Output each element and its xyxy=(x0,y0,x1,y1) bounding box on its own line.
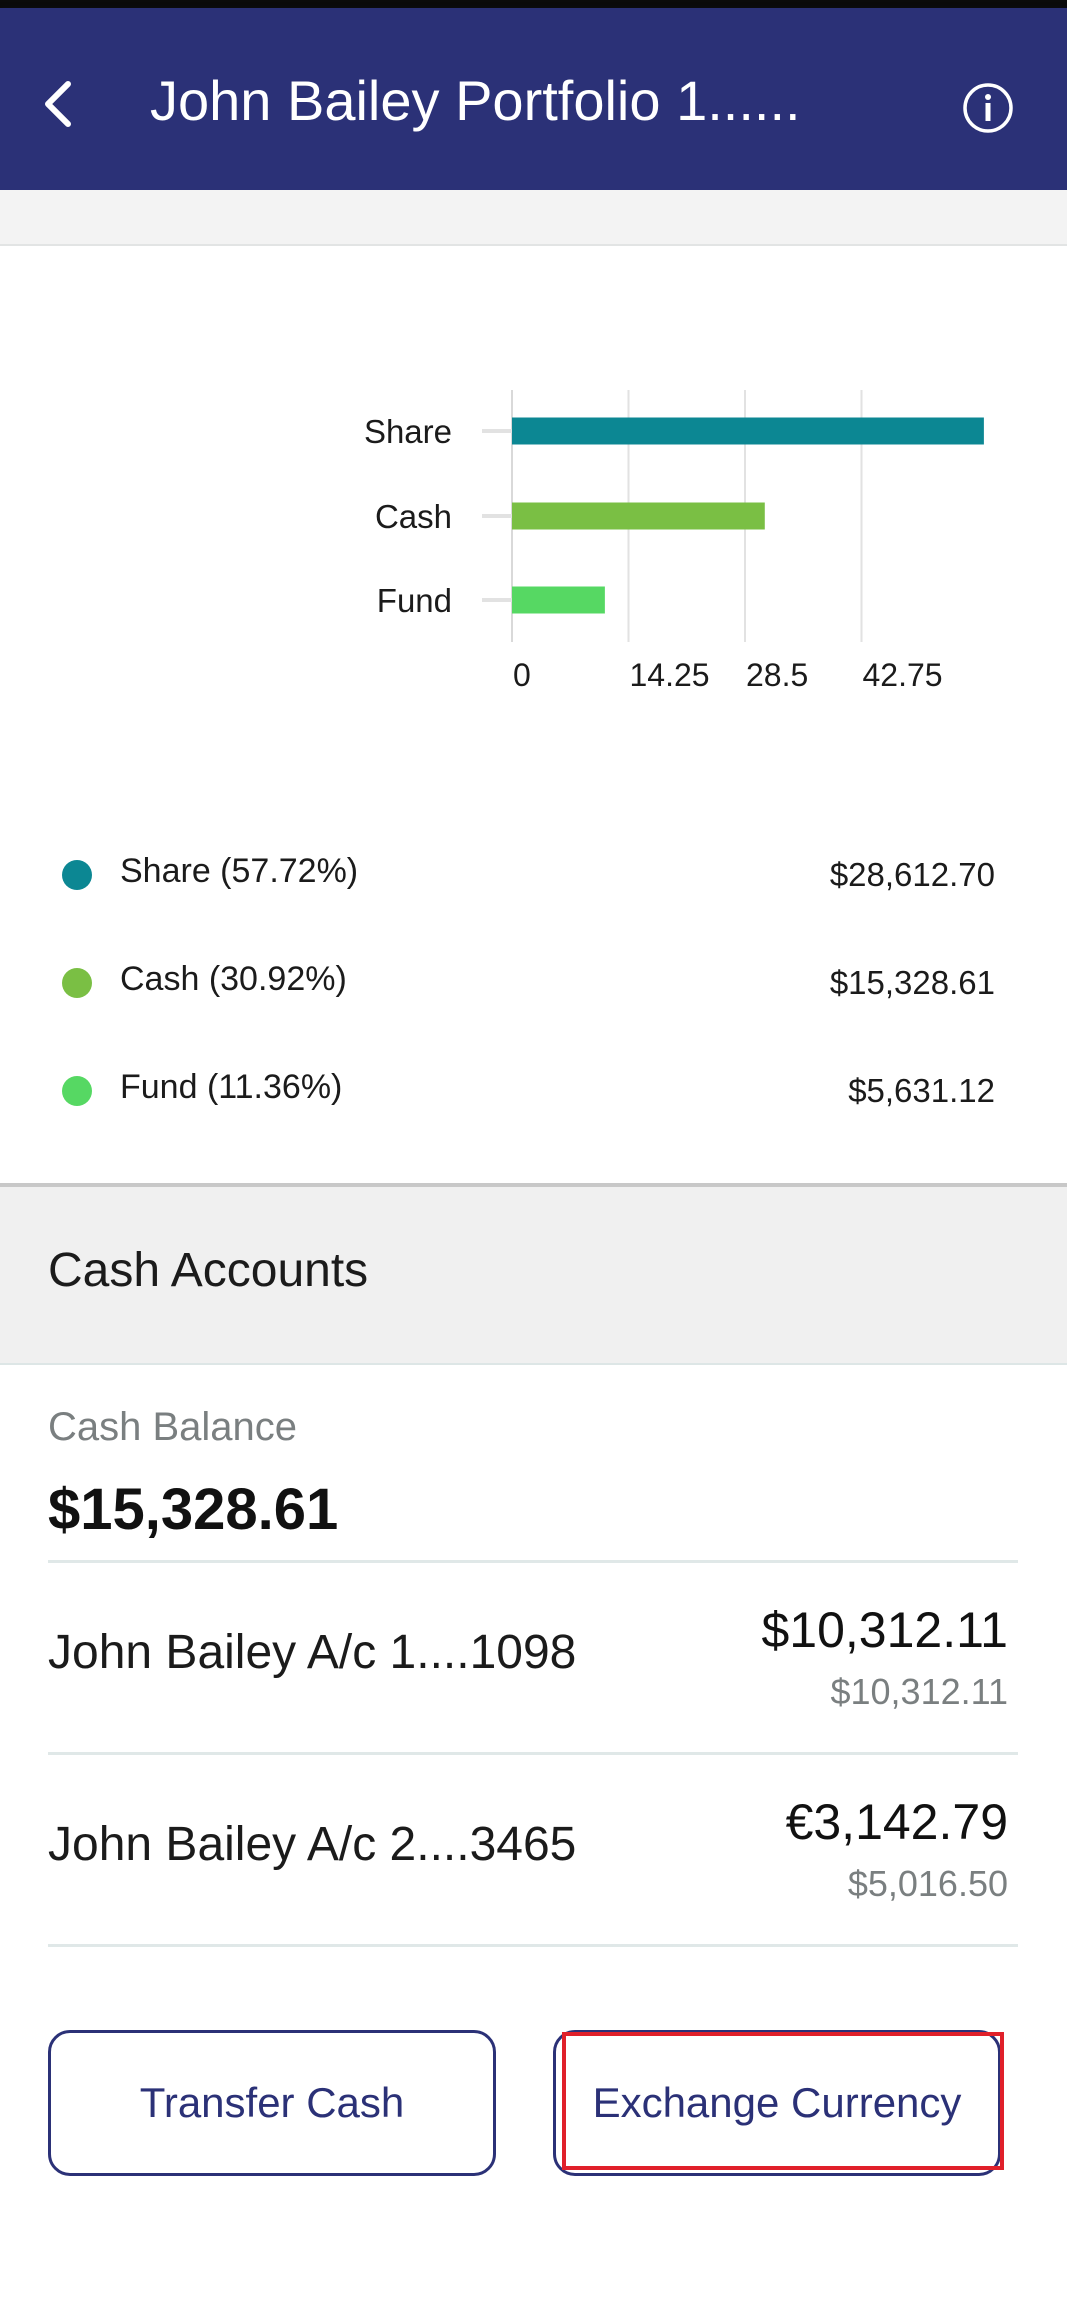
account-amount: €3,142.79 xyxy=(785,1794,1008,1850)
page-title: John Bailey Portfolio 1...... xyxy=(150,69,801,132)
legend-value: $5,631.12 xyxy=(848,1072,995,1109)
cash-balance-label: Cash Balance xyxy=(48,1405,298,1449)
legend-value: $28,612.70 xyxy=(829,856,995,893)
account-row-1[interactable]: John Bailey A/c 1....1098 $10,312.11 $10… xyxy=(48,1563,1018,1753)
account-name: John Bailey A/c 1....1098 xyxy=(48,1626,577,1679)
category-label: Share xyxy=(364,413,452,450)
highlight-box xyxy=(562,2032,1004,2170)
category-label: Fund xyxy=(377,582,452,619)
divider xyxy=(48,1944,1018,1947)
bar-cash xyxy=(512,502,765,530)
x-tick-label: 28.5 xyxy=(746,657,808,693)
bar-share xyxy=(512,417,984,445)
transfer-cash-button[interactable]: Transfer Cash xyxy=(48,2030,496,2176)
back-button[interactable] xyxy=(30,64,86,144)
account-amount: $10,312.11 xyxy=(761,1602,1008,1658)
chevron-left-icon xyxy=(45,81,71,127)
legend-item-fund: Fund (11.36%) $5,631.12 xyxy=(0,1060,1067,1120)
legend-dot xyxy=(62,1076,92,1106)
legend-item-cash: Cash (30.92%) $15,328.61 xyxy=(0,952,1067,1012)
legend-dot xyxy=(62,860,92,890)
info-button[interactable] xyxy=(962,82,1014,134)
x-tick-label: 14.25 xyxy=(630,657,710,693)
account-base-amount: $5,016.50 xyxy=(847,1863,1008,1904)
x-tick-label: 42.75 xyxy=(863,657,943,693)
category-label: Cash xyxy=(375,498,452,535)
legend-label: Share (57.72%) xyxy=(120,852,359,890)
bar-fund xyxy=(512,586,605,614)
account-name: John Bailey A/c 2....3465 xyxy=(48,1818,577,1871)
legend-label: Cash (30.92%) xyxy=(120,960,347,998)
legend-dot xyxy=(62,968,92,998)
account-base-amount: $10,312.11 xyxy=(830,1671,1008,1712)
legend-label: Fund (11.36%) xyxy=(120,1068,343,1106)
top-spacer xyxy=(0,190,1067,246)
info-circle-icon xyxy=(963,83,1013,133)
allocation-bar-chart: Share Cash Fund 0 14.25 28.5 42.75 xyxy=(364,390,984,693)
status-bar xyxy=(0,0,1067,8)
cash-balance-value: $15,328.61 xyxy=(48,1477,339,1542)
cash-accounts-header: Cash Accounts xyxy=(0,1187,1067,1365)
section-title: Cash Accounts xyxy=(48,1244,369,1297)
legend-item-share: Share (57.72%) $28,612.70 xyxy=(0,844,1067,904)
app-bar: John Bailey Portfolio 1...... xyxy=(0,8,1067,190)
allocation-chart-card: Share Cash Fund 0 14.25 28.5 42.75 Share (57.7… xyxy=(0,246,1067,1183)
x-tick-label: 0 xyxy=(513,657,531,693)
account-row-2[interactable]: John Bailey A/c 2....3465 €3,142.79 $5,0… xyxy=(48,1755,1018,1945)
legend-value: $15,328.61 xyxy=(829,964,995,1001)
